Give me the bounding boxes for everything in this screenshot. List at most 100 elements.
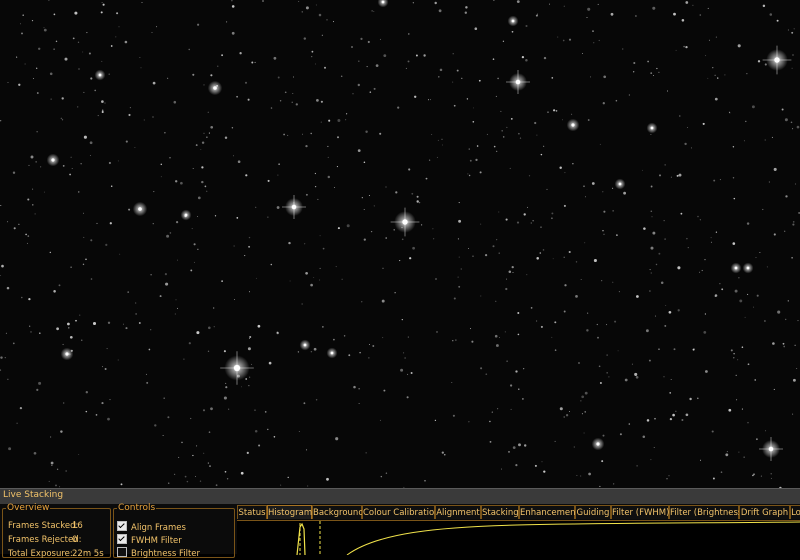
tab-enhancement[interactable]: Enhancement xyxy=(519,505,579,519)
live-stacking-panel: Live Stacking Overview Frames Stacked: 1… xyxy=(0,488,800,559)
star xyxy=(608,376,610,378)
star xyxy=(623,191,626,195)
fwhm-filter-checkbox[interactable] xyxy=(117,534,127,544)
star xyxy=(173,100,177,104)
tab-histogram[interactable]: Histogram xyxy=(267,505,312,519)
star xyxy=(495,95,497,97)
tab-colour-calibration[interactable]: Colour Calibration xyxy=(362,505,440,519)
star xyxy=(56,327,59,331)
tab-stacking[interactable]: Stacking xyxy=(481,505,519,519)
star xyxy=(565,414,569,417)
star xyxy=(254,430,258,433)
star xyxy=(327,156,329,158)
star xyxy=(506,360,508,362)
tab-filter-fwhm[interactable]: Filter (FWHM) xyxy=(611,505,669,519)
star xyxy=(536,257,539,260)
star xyxy=(486,133,488,135)
star xyxy=(36,388,39,391)
star xyxy=(101,109,104,112)
tab-background[interactable]: Background xyxy=(312,505,364,519)
star xyxy=(705,370,708,373)
star xyxy=(152,116,154,118)
star xyxy=(82,263,85,266)
star xyxy=(684,142,687,146)
star xyxy=(756,438,758,441)
star xyxy=(51,464,53,466)
star xyxy=(134,147,136,148)
star xyxy=(562,39,565,42)
histogram-view[interactable] xyxy=(237,520,800,555)
star xyxy=(192,167,194,170)
star xyxy=(28,297,31,301)
star xyxy=(439,68,443,72)
star xyxy=(167,482,170,484)
bright-star xyxy=(65,352,69,356)
star xyxy=(221,280,223,282)
star xyxy=(197,23,200,26)
star xyxy=(277,174,279,176)
star xyxy=(13,227,16,230)
star xyxy=(251,61,254,64)
star xyxy=(301,303,303,305)
star xyxy=(563,256,565,258)
star xyxy=(563,204,566,207)
star xyxy=(223,350,226,353)
star xyxy=(654,417,656,420)
star xyxy=(30,331,32,333)
panel-title: Live Stacking xyxy=(3,490,64,500)
align-frames-checkbox[interactable] xyxy=(117,521,127,531)
star xyxy=(667,90,668,92)
star xyxy=(82,51,84,53)
tab-log[interactable]: Lo xyxy=(790,505,800,519)
star xyxy=(254,409,256,411)
star xyxy=(515,370,518,373)
star xyxy=(304,243,306,245)
stretch-curve xyxy=(346,521,800,555)
star xyxy=(541,461,543,463)
star xyxy=(754,379,756,381)
star xyxy=(293,76,294,78)
fwhm-filter-option[interactable]: FWHM Filter xyxy=(117,534,182,546)
star xyxy=(108,161,111,165)
brightness-filter-option[interactable]: Brightness Filter xyxy=(117,547,200,559)
align-frames-option[interactable]: Align Frames xyxy=(117,521,186,533)
star xyxy=(703,331,707,334)
star xyxy=(0,356,3,359)
star xyxy=(379,38,381,40)
star xyxy=(551,77,554,79)
star xyxy=(679,115,681,117)
star xyxy=(534,121,537,125)
tab-status[interactable]: Status xyxy=(237,505,267,519)
star xyxy=(719,179,721,181)
star xyxy=(518,132,520,135)
star xyxy=(207,462,209,464)
tab-guiding[interactable]: Guiding xyxy=(575,505,611,519)
star xyxy=(457,238,459,240)
total-exposure-value: 22m 5s xyxy=(72,549,104,559)
fwhm-filter-label: FWHM Filter xyxy=(131,536,182,546)
star xyxy=(509,167,511,169)
star xyxy=(357,83,360,87)
star xyxy=(19,406,23,410)
star xyxy=(247,347,251,351)
star xyxy=(759,252,761,253)
tab-alignment[interactable]: Alignment xyxy=(435,505,481,519)
stacked-image-view[interactable] xyxy=(0,0,800,488)
star xyxy=(670,378,672,381)
star xyxy=(305,271,308,275)
bright-star xyxy=(51,158,55,162)
tab-filter-brightness[interactable]: Filter (Brightness) xyxy=(669,505,746,519)
star xyxy=(548,3,551,5)
star xyxy=(313,347,317,351)
star xyxy=(0,369,2,371)
star xyxy=(616,234,618,236)
star xyxy=(469,328,472,330)
star xyxy=(343,335,346,337)
star xyxy=(536,13,538,15)
brightness-filter-checkbox[interactable] xyxy=(117,547,127,557)
tab-drift-graph[interactable]: Drift Graph xyxy=(739,505,790,519)
star xyxy=(118,26,120,28)
star xyxy=(664,164,666,166)
star xyxy=(505,218,508,221)
star xyxy=(458,219,462,223)
